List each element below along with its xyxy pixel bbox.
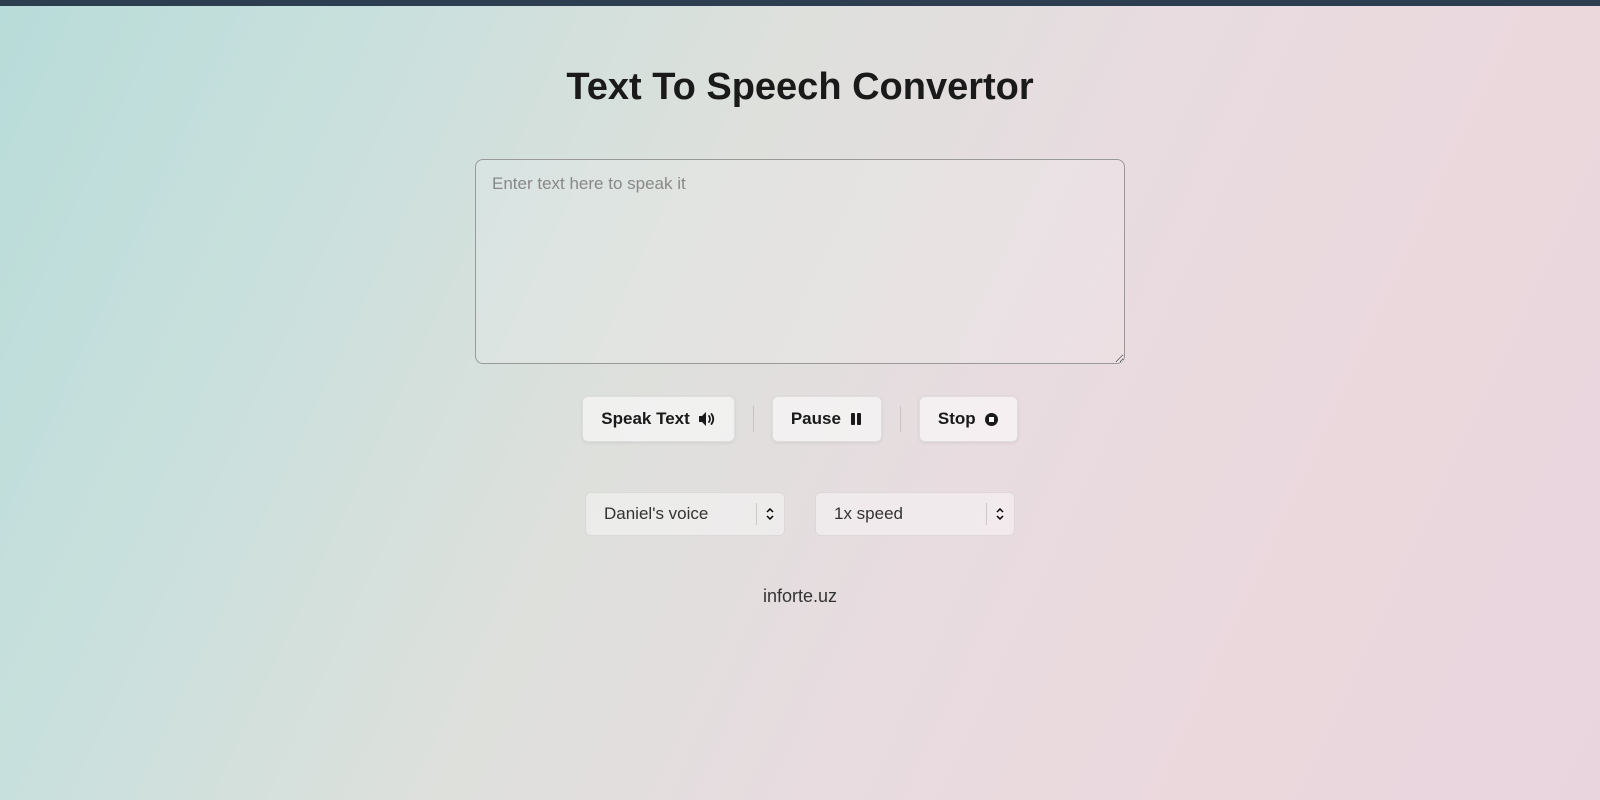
volume-icon xyxy=(698,411,716,427)
button-divider xyxy=(753,406,754,432)
pause-icon xyxy=(849,412,863,426)
button-row: Speak Text Pause St xyxy=(582,396,1017,442)
speed-select-wrapper: 1x speed xyxy=(815,492,1015,536)
voice-select[interactable]: Daniel's voice xyxy=(585,492,785,536)
footer-credit: inforte.uz xyxy=(763,586,837,607)
speak-text-button[interactable]: Speak Text xyxy=(582,396,735,442)
voice-select-wrapper: Daniel's voice xyxy=(585,492,785,536)
speed-select[interactable]: 1x speed xyxy=(815,492,1015,536)
textarea-container xyxy=(475,159,1125,364)
main-container: Text To Speech Convertor Speak Text Paus… xyxy=(0,6,1600,607)
stop-icon xyxy=(984,412,999,427)
button-divider xyxy=(900,406,901,432)
speed-select-value: 1x speed xyxy=(834,504,903,523)
text-input[interactable] xyxy=(475,159,1125,364)
voice-select-value: Daniel's voice xyxy=(604,504,708,523)
pause-button-label: Pause xyxy=(791,409,841,429)
stop-button[interactable]: Stop xyxy=(919,396,1018,442)
speak-button-label: Speak Text xyxy=(601,409,690,429)
pause-button[interactable]: Pause xyxy=(772,396,882,442)
page-title: Text To Speech Convertor xyxy=(566,66,1033,109)
stop-button-label: Stop xyxy=(938,409,976,429)
select-row: Daniel's voice 1x speed xyxy=(585,492,1015,536)
